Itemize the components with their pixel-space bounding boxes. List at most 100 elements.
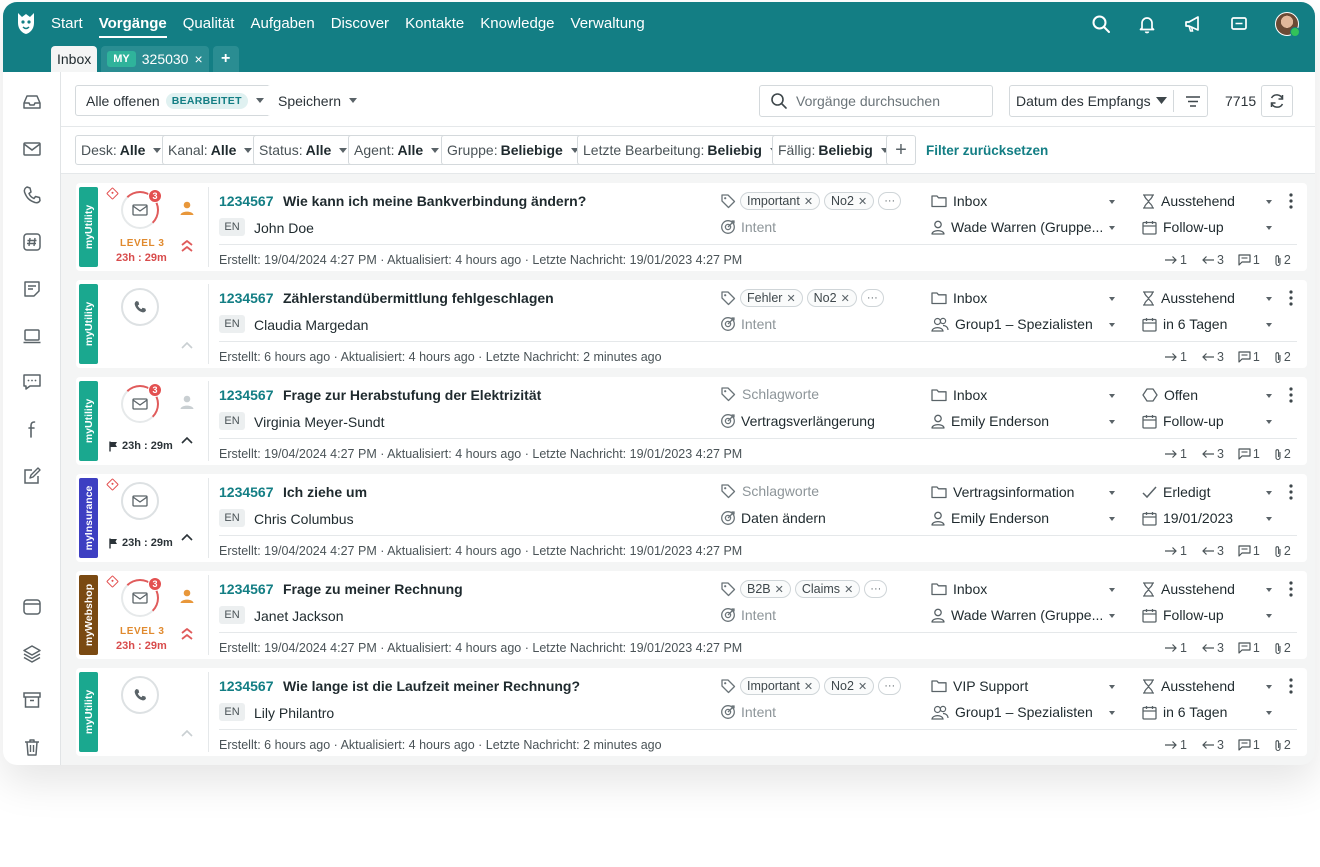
filter-kanal[interactable]: Kanal: Alle [162, 135, 260, 165]
refresh-button[interactable] [1261, 85, 1293, 117]
ticket-row[interactable]: myUtility 1234567 Wie lange ist die Laufze… [76, 668, 1307, 756]
contact-name[interactable]: Chris Columbus [254, 511, 354, 527]
search-field[interactable] [759, 85, 993, 117]
sort-order-icon[interactable] [1185, 95, 1201, 108]
message-icon[interactable] [22, 372, 42, 392]
due-select[interactable]: Follow-up [1142, 607, 1272, 623]
due-select[interactable]: in 6 Tagen [1142, 704, 1272, 720]
folder-select[interactable]: Vertragsinformation [931, 484, 1117, 500]
remove-tag-icon[interactable]: ✕ [775, 583, 784, 596]
user-avatar[interactable] [1275, 12, 1300, 37]
archive-icon[interactable] [22, 690, 42, 710]
more-tags-button[interactable]: ··· [864, 580, 888, 598]
search-input[interactable] [796, 93, 976, 109]
browser-icon[interactable] [22, 597, 42, 617]
trash-icon[interactable] [22, 737, 42, 757]
ticket-id[interactable]: 1234567 [219, 581, 274, 597]
intent-field[interactable]: Intent [720, 316, 776, 332]
contact-name[interactable]: Virginia Meyer-Sundt [254, 414, 384, 430]
contact-name[interactable]: John Doe [254, 220, 314, 236]
view-select[interactable]: Alle offenen BEARBEITET [75, 85, 275, 116]
status-select[interactable]: Ausstehend [1142, 290, 1272, 306]
priority-icon[interactable] [180, 728, 194, 742]
ticket-row[interactable]: myUtility 3 LEVEL 3 23h : 29m 1234567 Wie kan… [76, 183, 1307, 271]
layers-icon[interactable] [22, 644, 42, 664]
assignee-select[interactable]: Group1 – Spezialisten [931, 704, 1117, 720]
intent-field[interactable]: Vertragsverlängerung [720, 413, 875, 429]
assignee-select[interactable]: Wade Warren (Gruppe... [931, 607, 1117, 623]
ticket-row[interactable]: myInsurance 23h : 29m 1234567 Ich ziehe um E… [76, 474, 1307, 562]
contact-name[interactable]: Janet Jackson [254, 608, 344, 624]
folder-select[interactable]: Inbox [931, 387, 1117, 403]
save-button[interactable]: Speichern [267, 85, 369, 116]
folder-select[interactable]: VIP Support [931, 678, 1117, 694]
mail-icon[interactable] [22, 139, 42, 159]
ticket-row[interactable]: myUtility 1234567 Zählerstandübermittlung … [76, 280, 1307, 368]
inbox-icon[interactable] [22, 92, 42, 112]
status-select[interactable]: Ausstehend [1142, 193, 1272, 209]
remove-tag-icon[interactable]: ✕ [844, 583, 853, 596]
priority-high-icon[interactable] [180, 627, 194, 641]
priority-high-icon[interactable] [180, 239, 194, 253]
tag-chip[interactable]: B2B ✕ [740, 580, 791, 598]
intent-field[interactable]: Intent [720, 704, 776, 720]
more-options-icon[interactable] [1289, 193, 1293, 209]
priority-icon[interactable] [180, 435, 194, 449]
filter-faellig[interactable]: Fällig: Beliebig [772, 135, 896, 165]
more-options-icon[interactable] [1289, 581, 1293, 597]
ticket-id[interactable]: 1234567 [219, 678, 274, 694]
ticket-subject[interactable]: Frage zu meiner Rechnung [283, 581, 463, 597]
nav-aufgaben[interactable]: Aufgaben [250, 14, 314, 38]
bell-icon[interactable] [1137, 14, 1157, 34]
more-tags-button[interactable]: ··· [860, 289, 884, 307]
remove-tag-icon[interactable]: ✕ [858, 680, 867, 693]
due-select[interactable]: Follow-up [1142, 219, 1272, 235]
ticket-id[interactable]: 1234567 [219, 193, 274, 209]
status-select[interactable]: Offen [1142, 387, 1272, 403]
edit-icon[interactable] [22, 466, 42, 486]
add-filter-button[interactable]: + [886, 135, 916, 165]
remove-tag-icon[interactable]: ✕ [841, 292, 850, 305]
ticket-row[interactable]: myUtility 3 23h : 29m 1234567 Frage zur Hera… [76, 377, 1307, 465]
nav-vorgaenge[interactable]: Vorgänge [98, 14, 167, 38]
due-select[interactable]: Follow-up [1142, 413, 1272, 429]
nav-verwaltung[interactable]: Verwaltung [571, 14, 645, 38]
ticket-id[interactable]: 1234567 [219, 387, 274, 403]
more-options-icon[interactable] [1289, 678, 1293, 694]
ticket-subject[interactable]: Ich ziehe um [283, 484, 367, 500]
remove-tag-icon[interactable]: ✕ [804, 680, 813, 693]
priority-icon[interactable] [180, 532, 194, 546]
agent-icon[interactable] [179, 200, 195, 216]
sort-select[interactable]: Datum des Empfangs [1009, 85, 1208, 117]
contact-name[interactable]: Lily Philantro [254, 705, 334, 721]
filter-letzte-bearbeitung[interactable]: Letzte Bearbeitung: Beliebig [577, 135, 785, 165]
tag-chip[interactable]: No2 ✕ [824, 677, 875, 695]
tags-placeholder[interactable]: Schlagworte [742, 483, 819, 499]
due-select[interactable]: 19/01/2023 [1142, 510, 1272, 526]
intent-field[interactable]: Intent [720, 219, 776, 235]
ticket-id[interactable]: 1234567 [219, 290, 274, 306]
filter-status[interactable]: Status: Alle [253, 135, 355, 165]
nav-knowledge[interactable]: Knowledge [480, 14, 554, 38]
ticket-subject[interactable]: Wie kann ich meine Bankverbindung ändern… [283, 193, 586, 209]
nav-qualitaet[interactable]: Qualität [183, 14, 235, 38]
tag-chip[interactable]: Claims ✕ [794, 580, 861, 598]
ticket-subject[interactable]: Zählerstandübermittlung fehlgeschlagen [283, 290, 554, 306]
more-options-icon[interactable] [1289, 387, 1293, 403]
status-select[interactable]: Erledigt [1142, 484, 1272, 500]
intent-field[interactable]: Intent [720, 607, 776, 623]
note-icon[interactable] [22, 279, 42, 299]
tag-chip[interactable]: Fehler ✕ [740, 289, 803, 307]
more-options-icon[interactable] [1289, 290, 1293, 306]
assignee-select[interactable]: Group1 – Spezialisten [931, 316, 1117, 332]
ticket-subject[interactable]: Frage zur Herabstufung der Elektrizität [283, 387, 541, 403]
remove-tag-icon[interactable]: ✕ [804, 195, 813, 208]
status-select[interactable]: Ausstehend [1142, 678, 1272, 694]
ticket-row[interactable]: myWebshop 3 LEVEL 3 23h : 29m 1234567 Frage z… [76, 571, 1307, 659]
agent-icon[interactable] [179, 588, 195, 604]
tab-add-button[interactable]: + [212, 46, 239, 72]
more-tags-button[interactable]: ··· [878, 677, 902, 695]
search-icon[interactable] [1091, 14, 1111, 34]
remove-tag-icon[interactable]: ✕ [858, 195, 867, 208]
contact-name[interactable]: Claudia Margedan [254, 317, 368, 333]
